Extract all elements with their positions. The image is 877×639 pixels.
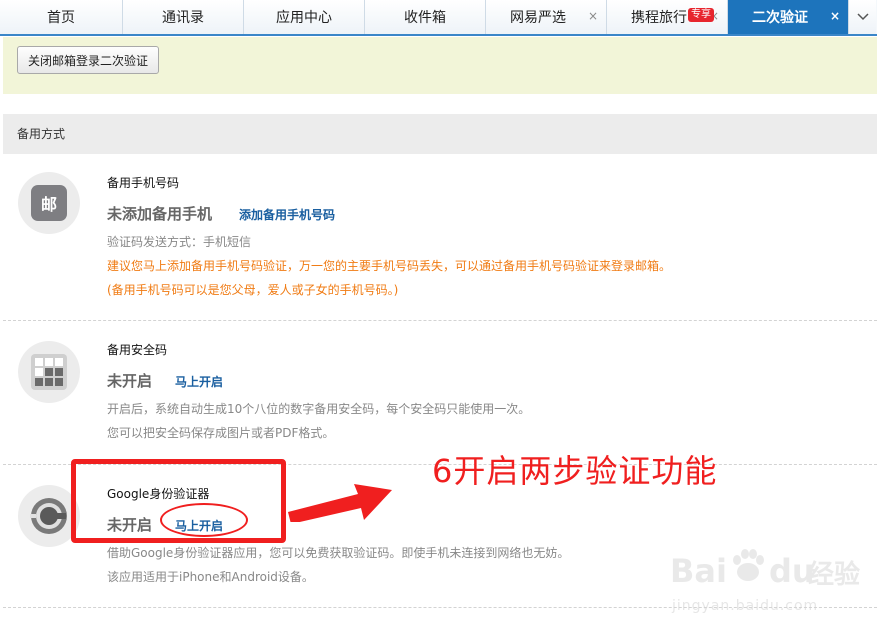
phone-note: (备用手机号码可以是您父母，爱人或子女的手机号码。) (107, 283, 399, 297)
code-title: 备用安全码 (107, 343, 168, 357)
phone-method: 验证码发送方式：手机短信 (107, 235, 252, 249)
tab-label: 首页 (47, 10, 75, 26)
code-status: 未开启 (107, 372, 153, 390)
promo-badge: 专享 (688, 8, 714, 22)
annotation-text: 6开启两步验证功能 (432, 452, 718, 490)
section-header: 备用方式 (3, 114, 877, 154)
svg-text:邮: 邮 (41, 195, 57, 214)
close-two-step-button[interactable]: 关闭邮箱登录二次验证 (17, 46, 159, 74)
baidu-watermark: Bai du 经验 jingyan.baidu.com (668, 546, 873, 624)
annotation-arrow-icon (288, 484, 392, 522)
phone-status: 未添加备用手机 (107, 205, 213, 223)
tab-label: 应用中心 (276, 10, 332, 26)
tab-contacts[interactable]: 通讯录 (123, 0, 244, 34)
tab-label: 二次验证 (752, 10, 808, 26)
tab-label: 通讯录 (162, 10, 204, 26)
mail-logo-icon: 邮 (18, 172, 80, 234)
tab-more-button[interactable] (849, 0, 876, 34)
code-desc-1: 开启后，系统自动生成10个八位的数字备用安全码，每个安全码只能使用一次。 (107, 402, 531, 416)
tab-two-step[interactable]: 二次验证 × (728, 0, 849, 34)
phone-title: 备用手机号码 (107, 176, 180, 190)
page: 首页 通讯录 应用中心 收件箱 网易严选 × 携程旅行 × 二次验证 × 专享 … (0, 0, 877, 639)
tab-home[interactable]: 首页 (0, 0, 123, 34)
grid-icon (18, 341, 80, 403)
chevron-down-icon (856, 13, 869, 21)
watermark-brand: Bai (670, 552, 727, 590)
google-desc-1: 借助Google身份验证器应用，您可以免费获取验证码。即使手机未连接到网络也无妨… (107, 546, 570, 560)
paw-icon (733, 549, 764, 581)
enable-code-link[interactable]: 马上开启 (175, 373, 223, 390)
watermark-url: jingyan.baidu.com (672, 598, 819, 614)
code-desc-2: 您可以把安全码保存成图片或者PDF格式。 (107, 426, 335, 440)
watermark-suffix: 经验 (808, 560, 861, 590)
backup-phone-item: 邮 备用手机号码 未添加备用手机 添加备用手机号码 验证码发送方式：手机短信 建… (3, 154, 877, 321)
phone-advice: 建议您马上添加备用手机号码验证，万一您的主要手机号码丢失，可以通过备用手机号码验… (107, 259, 672, 273)
close-icon[interactable]: × (830, 10, 840, 22)
tab-label: 收件箱 (404, 10, 446, 26)
tab-label: 网易严选 (510, 10, 566, 26)
tab-bar: 首页 通讯录 应用中心 收件箱 网易严选 × 携程旅行 × 二次验证 × (0, 0, 877, 36)
close-icon[interactable]: × (588, 10, 598, 22)
tab-yanxuan[interactable]: 网易严选 × (486, 0, 607, 34)
tab-inbox[interactable]: 收件箱 (365, 0, 486, 34)
google-desc-2: 该应用适用于iPhone和Android设备。 (107, 570, 314, 584)
tab-label: 携程旅行 (631, 10, 687, 26)
backup-code-item: 备用安全码 未开启 马上开启 开启后，系统自动生成10个八位的数字备用安全码，每… (3, 321, 877, 465)
annotation-ellipse (160, 503, 248, 537)
tab-app-center[interactable]: 应用中心 (244, 0, 365, 34)
add-phone-link[interactable]: 添加备用手机号码 (239, 206, 335, 223)
